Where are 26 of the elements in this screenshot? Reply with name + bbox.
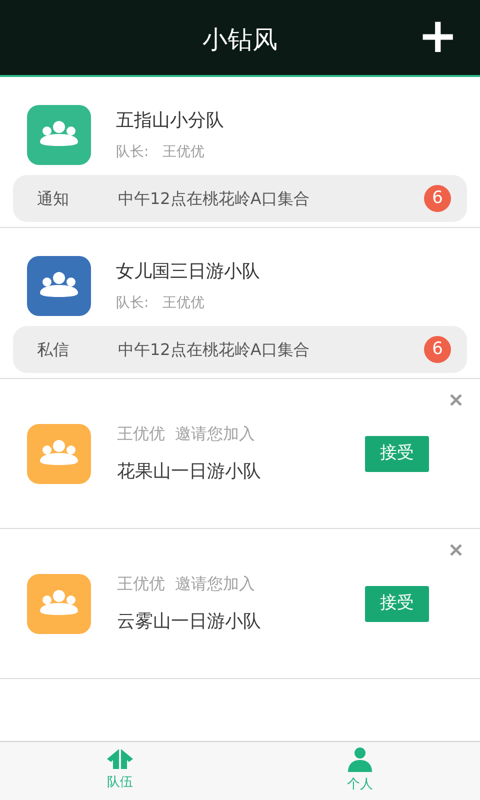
message-tag: 通知 [37, 186, 118, 210]
inviter-name: 王优优 [117, 573, 165, 595]
close-icon[interactable] [449, 393, 463, 407]
team-name[interactable]: 女儿国三日游小队 [116, 258, 260, 284]
unread-badge: 6 [424, 336, 451, 363]
unread-badge: 6 [424, 185, 451, 212]
message-text: 中午12点在桃花岭A口集合 [118, 188, 310, 210]
message-tag: 私信 [37, 338, 118, 362]
team-name: 花果山一日游小队 [117, 460, 262, 484]
leader-name: 王优优 [162, 294, 205, 312]
add-button[interactable]: + [418, 12, 458, 60]
message-bar[interactable]: 通知 中午12点在桃花岭A口集合 6 [13, 175, 467, 222]
team-name[interactable]: 五指山小分队 [116, 106, 224, 134]
inviter-name: 王优优 [117, 423, 165, 445]
team-name: 云雾山一日游小队 [117, 610, 262, 634]
message-text: 中午12点在桃花岭A口集合 [118, 338, 310, 360]
invite-text: 邀请您加入 [175, 573, 255, 595]
leader-label: 队长: [116, 142, 149, 162]
person-icon [347, 747, 373, 773]
leader-label: 队长: [116, 294, 149, 312]
app-title: 小钻风 [202, 24, 278, 56]
message-bar[interactable]: 私信 中午12点在桃花岭A口集合 6 [13, 326, 467, 373]
invite-text: 邀请您加入 [175, 423, 255, 445]
close-icon[interactable] [449, 543, 463, 557]
leader-name: 王优优 [162, 142, 205, 162]
arrows-icon [105, 747, 135, 771]
